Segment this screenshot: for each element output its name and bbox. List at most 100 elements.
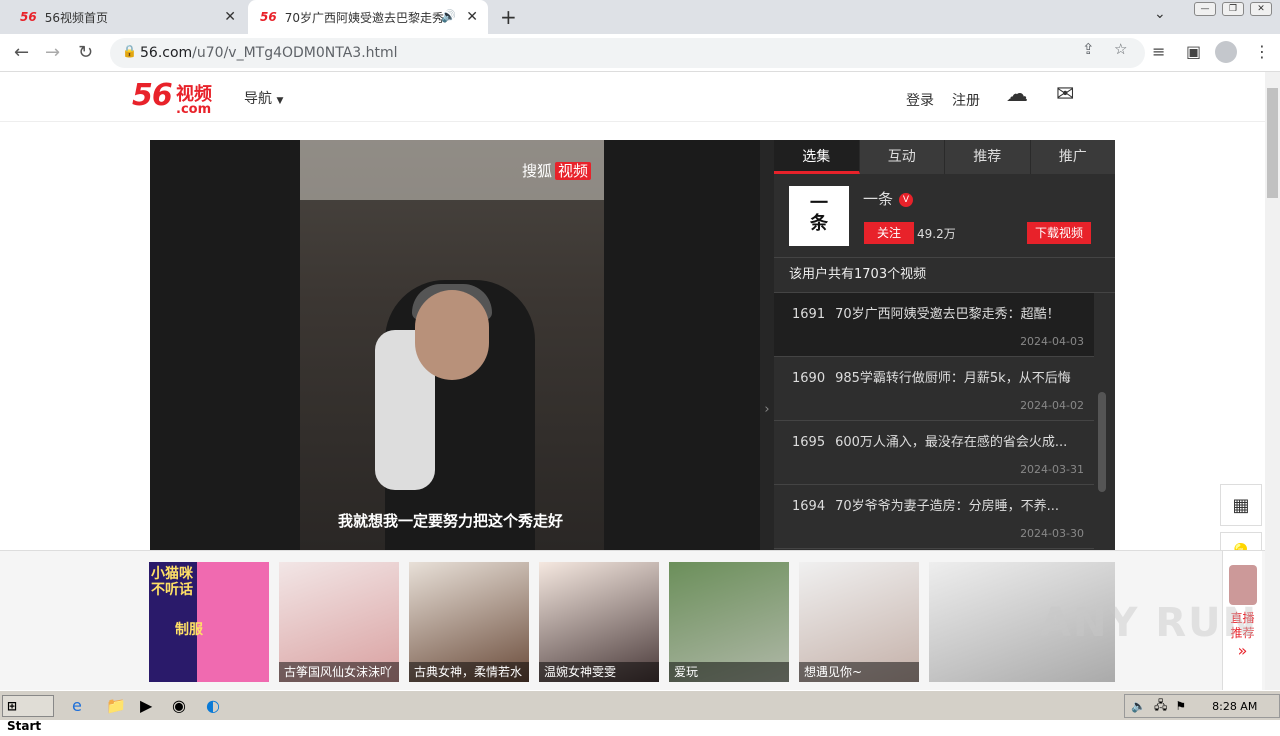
- scrollbar-thumb[interactable]: [1267, 88, 1278, 198]
- recommend-item[interactable]: 古筝国风仙女沫沫吖: [279, 562, 399, 682]
- nav-menu[interactable]: 导航 ▼: [244, 88, 283, 108]
- mail-icon[interactable]: ✉: [1056, 82, 1074, 107]
- share-icon[interactable]: ⇪: [1082, 40, 1095, 58]
- video-no: 1695: [792, 435, 826, 450]
- media-player-icon[interactable]: ▶: [140, 696, 152, 715]
- login-link[interactable]: 登录: [906, 90, 934, 110]
- recommend-item[interactable]: 爱玩: [669, 562, 789, 682]
- site-logo-text[interactable]: 视频 .com: [176, 80, 212, 117]
- system-tray: 🔈 🖧 ⚑ 8:28 AM: [1124, 694, 1280, 718]
- verified-icon: V: [899, 192, 914, 207]
- video-subtitle: 我就想我一定要努力把这个秀走好: [338, 512, 564, 530]
- live-avatar: [1228, 565, 1257, 605]
- tab-video[interactable]: 56 70岁广西阿姨受邀去巴黎走秀 🔊 ✕: [248, 0, 488, 34]
- browser-tab-bar: 56 56视频首页 ✕ 56 70岁广西阿姨受邀去巴黎走秀 🔊 ✕ + ⌄ — …: [0, 0, 1280, 34]
- tab-title: 56视频首页: [44, 10, 108, 25]
- video-player[interactable]: 搜狐 视频 我就想我一定要努力把这个秀走好 ›: [150, 140, 774, 550]
- watermark-b: 视频: [555, 162, 592, 180]
- volume-icon[interactable]: 🔈: [1131, 699, 1146, 713]
- star-icon[interactable]: ☆: [1114, 40, 1127, 58]
- uploader-name-text: 一条: [863, 190, 894, 208]
- recommend-item[interactable]: 温婉女神雯雯: [539, 562, 659, 682]
- uploader-name[interactable]: 一条 V: [863, 188, 914, 209]
- sohu-watermark: 搜狐 视频: [519, 160, 592, 181]
- tab-recommend[interactable]: 推荐: [945, 140, 1031, 174]
- promo-text-a: 小猫咪不听话: [151, 566, 193, 598]
- list-item[interactable]: 1691 70岁广西阿姨受邀去巴黎走秀：超酷！ 2024-04-03: [774, 293, 1094, 357]
- list-scrollbar[interactable]: [1098, 392, 1106, 492]
- site-header: 56 视频 .com 导航 ▼ 登录 注册 ☁ ✉: [0, 72, 1265, 122]
- chrome-icon[interactable]: ◉: [172, 696, 186, 715]
- video-face: [415, 290, 489, 380]
- edge-icon[interactable]: ◐: [206, 696, 220, 715]
- tab-interact[interactable]: 互动: [860, 140, 945, 174]
- windows-logo-icon: ⊞: [7, 699, 18, 713]
- media-icon[interactable]: ≡: [1152, 42, 1165, 61]
- menu-icon[interactable]: ⋮: [1254, 42, 1270, 61]
- tab-promote[interactable]: 推广: [1031, 140, 1116, 174]
- ie-icon[interactable]: e: [72, 696, 82, 715]
- main-content: 搜狐 视频 我就想我一定要努力把这个秀走好 › 选集 互动 推荐 推广 一 条 一…: [0, 122, 1265, 622]
- close-window-icon[interactable]: ✕: [1250, 2, 1272, 16]
- anyrun-watermark: ANY RUN: [1040, 600, 1259, 646]
- lock-icon[interactable]: 🔒: [122, 44, 137, 58]
- recommend-item[interactable]: 古典女神，柔情若水: [409, 562, 529, 682]
- follow-button[interactable]: 关注: [864, 222, 914, 244]
- tab-home[interactable]: 56 56视频首页 ✕: [8, 0, 246, 34]
- taskbar: ⊞ Start e 📁 ▶ ◉ ◐ 🔈 🖧 ⚑ 8:28 AM: [0, 690, 1280, 733]
- uploader-avatar[interactable]: 一 条: [789, 186, 849, 246]
- forward-icon[interactable]: →: [45, 42, 60, 63]
- recommend-item[interactable]: 想遇见你~: [799, 562, 919, 682]
- start-button[interactable]: ⊞ Start: [2, 695, 54, 733]
- close-tab-icon[interactable]: ✕: [466, 9, 478, 25]
- speaker-icon[interactable]: 🔊: [441, 9, 456, 23]
- url-path: /u70/v_MTg4ODM0NTA3.html: [192, 45, 398, 61]
- new-tab-icon[interactable]: +: [500, 5, 517, 29]
- url-domain: 56.com: [140, 45, 193, 61]
- reload-icon[interactable]: ↻: [78, 42, 93, 63]
- flag-icon[interactable]: ⚑: [1175, 699, 1186, 713]
- collapse-panel-button[interactable]: ›: [760, 140, 774, 550]
- list-item[interactable]: 1690 985学霸转行做厨师：月薪5k，从不后悔 2024-04-02: [774, 357, 1094, 421]
- recommend-caption: 古筝国风仙女沫沫吖: [279, 662, 399, 682]
- address-bar[interactable]: 🔒 56.com/u70/v_MTg4ODM0NTA3.html: [110, 38, 1145, 68]
- profile-icon[interactable]: [1215, 41, 1237, 63]
- restore-icon[interactable]: ❐: [1222, 2, 1244, 16]
- chevron-down-icon[interactable]: ⌄: [1154, 6, 1166, 22]
- recommend-caption: 温婉女神雯雯: [539, 662, 659, 682]
- minimize-icon[interactable]: —: [1194, 2, 1216, 16]
- upload-cloud-icon[interactable]: ☁: [1006, 82, 1028, 107]
- fans-count: 49.2万: [917, 227, 956, 241]
- video-date: 2024-03-30: [1020, 527, 1084, 540]
- promo-text-b: 制服: [175, 622, 203, 638]
- recommend-caption: 古典女神，柔情若水: [409, 662, 529, 682]
- logo-sub: .com: [176, 102, 212, 117]
- qrcode-icon[interactable]: ▦: [1220, 484, 1262, 526]
- recommend-item[interactable]: 小猫咪不听话 制服: [149, 562, 269, 682]
- download-button[interactable]: 下载视频: [1027, 222, 1091, 244]
- window-controls: — ❐ ✕: [1194, 2, 1272, 16]
- tab-favicon: 56: [20, 10, 37, 24]
- start-label: Start: [7, 719, 42, 733]
- page-scrollbar[interactable]: [1265, 72, 1280, 690]
- tab-favicon: 56: [260, 10, 277, 24]
- explorer-icon[interactable]: 📁: [106, 696, 126, 715]
- sidepanel-icon[interactable]: ▣: [1186, 42, 1201, 61]
- video-date: 2024-03-31: [1020, 463, 1084, 476]
- back-icon[interactable]: ←: [14, 42, 29, 63]
- clock: 8:28 AM: [1212, 699, 1258, 713]
- register-link[interactable]: 注册: [952, 90, 980, 110]
- recommend-caption: 想遇见你~: [799, 662, 919, 682]
- recommend-list: 小猫咪不听话 制服 古筝国风仙女沫沫吖 古典女神，柔情若水 温婉女神雯雯 爱玩 …: [149, 562, 1115, 682]
- list-item[interactable]: 1695 600万人涌入，最没存在感的省会火成... 2024-03-31: [774, 421, 1094, 485]
- tab-episodes[interactable]: 选集: [774, 140, 860, 174]
- network-icon[interactable]: 🖧: [1154, 696, 1167, 717]
- close-tab-icon[interactable]: ✕: [224, 9, 236, 25]
- site-logo[interactable]: 56: [132, 78, 173, 113]
- video-no: 1690: [792, 371, 826, 386]
- video-frame[interactable]: [300, 140, 604, 550]
- caret-down-icon: ▼: [276, 96, 284, 106]
- recommend-caption: 爱玩: [669, 662, 789, 682]
- video-title: 600万人涌入，最没存在感的省会火成...: [835, 435, 1068, 450]
- list-item[interactable]: 1694 70岁爷爷为妻子造房：分房睡，不养... 2024-03-30: [774, 485, 1094, 549]
